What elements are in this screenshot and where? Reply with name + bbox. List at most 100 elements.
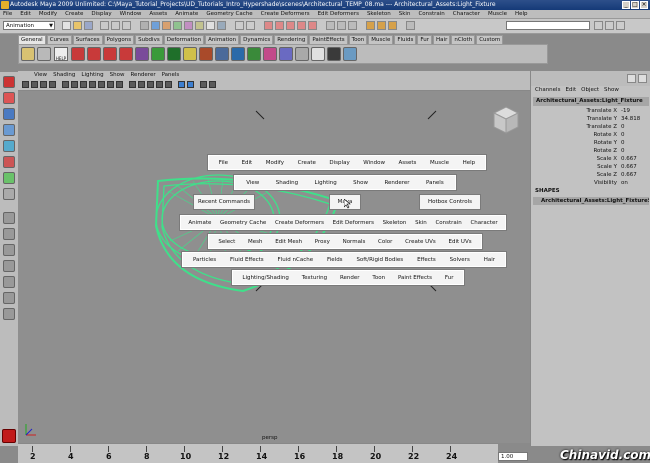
menu-window[interactable]: Window	[120, 10, 142, 18]
channel-box-icon[interactable]	[616, 21, 625, 30]
ik-handle-icon[interactable]	[183, 47, 197, 61]
attr-scale-y[interactable]: Scale Y 0.667	[533, 163, 649, 171]
rotate-tool-icon[interactable]	[3, 140, 15, 152]
save-scene-icon[interactable]	[84, 21, 93, 30]
hotbox-edit-deformers[interactable]: Edit Deformers	[331, 220, 376, 226]
tab-general[interactable]: General	[18, 35, 46, 44]
mask-render-icon[interactable]	[206, 21, 215, 30]
hotbox-proxy[interactable]: Proxy	[313, 239, 332, 245]
menu-file[interactable]: File	[3, 10, 12, 18]
snap-curve-icon[interactable]	[275, 21, 284, 30]
menu-character[interactable]: Character	[453, 10, 480, 18]
view-cube[interactable]	[488, 103, 520, 137]
attr-value[interactable]: 0.667	[621, 155, 637, 163]
camera-attributes-icon[interactable]	[31, 81, 38, 88]
menu-display[interactable]: Display	[91, 10, 111, 18]
menu-skin[interactable]: Skin	[399, 10, 411, 18]
hotbox-effects[interactable]: Effects	[415, 257, 438, 263]
layout-outliner-icon[interactable]	[3, 260, 15, 272]
hotbox-constrain[interactable]: Constrain	[433, 220, 463, 226]
safe-title-icon[interactable]	[116, 81, 123, 88]
hotbox-lighting[interactable]: Lighting	[313, 180, 339, 186]
menu-help[interactable]: Help	[515, 10, 528, 18]
panel-menu-panels[interactable]: Panels	[162, 71, 180, 80]
construction-history-icon[interactable]	[348, 21, 357, 30]
view-cube-icon[interactable]	[488, 103, 520, 135]
maximize-button[interactable]: □	[631, 1, 639, 9]
hotbox-window[interactable]: Window	[361, 160, 387, 166]
layout-single-icon[interactable]	[3, 212, 15, 224]
hotbox-controls[interactable]: Hotbox Controls	[420, 195, 480, 209]
tab-fluids[interactable]: Fluids	[394, 35, 417, 44]
hotbox-create[interactable]: Create	[296, 160, 318, 166]
hotbox-panels[interactable]: Panels	[424, 180, 446, 186]
hotbox-select[interactable]: Select	[216, 239, 237, 245]
hotbox-paint-effects[interactable]: Paint Effects	[396, 275, 434, 281]
hotbox-texturing[interactable]: Texturing	[300, 275, 329, 281]
lock-selection-icon[interactable]	[235, 21, 244, 30]
smooth-shade-icon[interactable]	[138, 81, 145, 88]
wireframe-icon[interactable]	[129, 81, 136, 88]
last-tool-icon[interactable]	[3, 188, 15, 200]
attr-rotate-z[interactable]: Rotate Z 0	[533, 147, 649, 155]
tab-fur[interactable]: Fur	[417, 35, 433, 44]
time-slider[interactable]: 2 4 6 8 10 12 14 16 18 20 22 24	[18, 443, 498, 463]
attr-rotate-x[interactable]: Rotate X 0	[533, 131, 649, 139]
move-tool-icon[interactable]	[3, 124, 15, 136]
gate-mask-icon[interactable]	[89, 81, 96, 88]
menu-constrain[interactable]: Constrain	[418, 10, 444, 18]
help-icon[interactable]: HELP	[54, 47, 68, 61]
hotbox-normals[interactable]: Normals	[341, 239, 368, 245]
attr-translate-y[interactable]: Translate Y 34.818	[533, 115, 649, 123]
cb-menu-show[interactable]: Show	[604, 86, 619, 95]
tab-animation[interactable]: Animation	[205, 35, 240, 44]
tab-ncloth[interactable]: nCloth	[451, 35, 476, 44]
hotbox-display[interactable]: Display	[327, 160, 351, 166]
highlight-selection-icon[interactable]	[246, 21, 255, 30]
selected-object-name[interactable]: Architectural_Assets:Light_Fixture	[533, 97, 649, 106]
film-gate-icon[interactable]	[71, 81, 78, 88]
attr-scale-z[interactable]: Scale Z 0.667	[533, 171, 649, 179]
nurbs-curve-icon[interactable]	[151, 47, 165, 61]
layout-graph-icon[interactable]	[3, 276, 15, 288]
tab-curves[interactable]: Curves	[46, 35, 72, 44]
isolate-select-icon[interactable]	[200, 81, 207, 88]
menu-modify[interactable]: Modify	[39, 10, 57, 18]
input-ops-icon[interactable]	[326, 21, 335, 30]
hotbox-fluid-effects[interactable]: Fluid Effects	[228, 257, 266, 263]
sculpt-icon[interactable]	[263, 47, 277, 61]
nurbs-circle-icon[interactable]	[167, 47, 181, 61]
joint-tool-icon[interactable]	[199, 47, 213, 61]
tab-rendering[interactable]: Rendering	[274, 35, 309, 44]
hotbox-renderer[interactable]: Renderer	[382, 180, 411, 186]
menu-assets[interactable]: Assets	[149, 10, 167, 18]
tab-surfaces[interactable]: Surfaces	[72, 35, 103, 44]
image-plane-icon[interactable]	[49, 81, 56, 88]
select-camera-icon[interactable]	[22, 81, 29, 88]
mask-curve-icon[interactable]	[162, 21, 171, 30]
quick-input-field[interactable]	[506, 21, 590, 30]
hotbox-skeleton[interactable]: Skeleton	[381, 220, 409, 226]
hotbox-assets[interactable]: Assets	[397, 160, 419, 166]
mask-deform-icon[interactable]	[184, 21, 193, 30]
layout-four-icon[interactable]	[3, 228, 15, 240]
manipulator-icon[interactable]	[3, 172, 15, 184]
lattice-icon[interactable]	[231, 47, 245, 61]
menu-animate[interactable]: Animate	[175, 10, 198, 18]
menu-create[interactable]: Create	[65, 10, 83, 18]
attr-value[interactable]: 0	[621, 147, 625, 155]
poly-plane-icon[interactable]	[135, 47, 149, 61]
shape-node-name[interactable]: Architectural_Assets:Light_FixtureS	[533, 197, 649, 205]
tab-deformation[interactable]: Deformation	[163, 35, 205, 44]
select-tool-icon[interactable]	[3, 76, 15, 88]
hotbox-animate[interactable]: Animate	[186, 220, 213, 226]
shelf-menu-icon[interactable]	[21, 47, 35, 61]
menu-create-deformers[interactable]: Create Deformers	[261, 10, 310, 18]
hotbox-render[interactable]: Render	[338, 275, 362, 281]
attr-value[interactable]: on	[621, 179, 628, 187]
mask-dynamic-icon[interactable]	[195, 21, 204, 30]
hotbox-show[interactable]: Show	[351, 180, 370, 186]
hotbox-character[interactable]: Character	[468, 220, 499, 226]
soft-mod-icon[interactable]	[247, 47, 261, 61]
hotbox-shading[interactable]: Shading	[274, 180, 300, 186]
